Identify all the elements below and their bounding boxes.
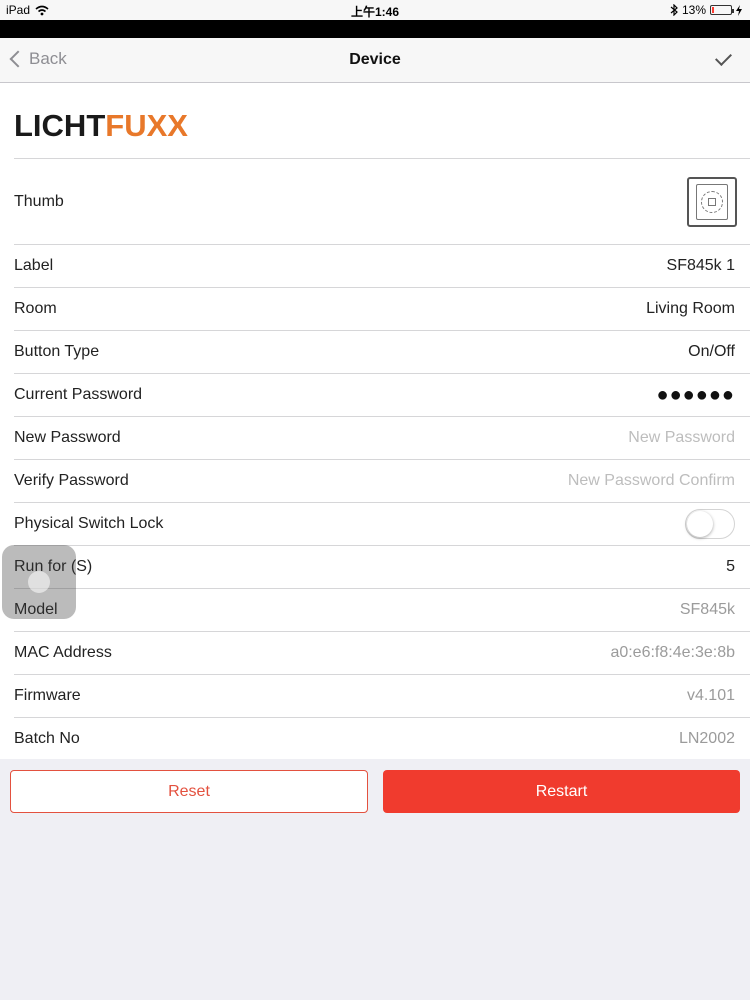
current-password-field[interactable]: ●●●●●●: [657, 384, 735, 407]
row-new-password[interactable]: New Password New Password: [14, 417, 750, 460]
status-bar: iPad 上午1:46 13%: [0, 0, 750, 20]
logo-part2: FUXX: [105, 108, 188, 143]
row-physical-switch-lock: Physical Switch Lock: [14, 503, 750, 546]
room-value[interactable]: Living Room: [646, 300, 735, 318]
row-firmware: Firmware v4.101: [14, 675, 750, 718]
thumb-inner: [696, 183, 728, 220]
row-mac-address: MAC Address a0:e6:f8:4e:3e:8b: [14, 632, 750, 675]
run-for-value[interactable]: 5: [726, 558, 735, 576]
mac-address-value: a0:e6:f8:4e:3e:8b: [610, 644, 735, 661]
verify-password-label: Verify Password: [14, 472, 129, 489]
row-model: Model SF845k: [14, 589, 750, 632]
toggle-knob: [687, 511, 713, 537]
row-thumb[interactable]: Thumb: [14, 159, 750, 245]
physical-switch-lock-toggle[interactable]: [685, 509, 735, 539]
navigation-bar: Back Device: [0, 38, 750, 83]
device-thumb-icon[interactable]: [687, 176, 737, 227]
reset-button[interactable]: Reset: [10, 770, 368, 813]
physical-switch-lock-label: Physical Switch Lock: [14, 515, 164, 532]
touch-dot: [28, 571, 50, 593]
battery-fill: [712, 7, 714, 13]
lichtfuxx-logo: LICHTFUXX: [14, 108, 188, 144]
firmware-label: Firmware: [14, 687, 81, 704]
button-type-label: Button Type: [14, 343, 100, 360]
current-password-label: Current Password: [14, 386, 143, 403]
restart-button[interactable]: Restart: [383, 770, 740, 813]
status-right: 13%: [670, 3, 742, 17]
page-title: Device: [349, 51, 401, 68]
row-label[interactable]: Label SF845k 1: [14, 245, 750, 288]
verify-password-field[interactable]: New Password Confirm: [568, 472, 735, 490]
touch-indicator: [2, 545, 76, 619]
row-button-type[interactable]: Button Type On/Off: [14, 331, 750, 374]
batch-no-label: Batch No: [14, 729, 80, 747]
logo-part1: LICHT: [14, 108, 106, 143]
row-batch-no: Batch No LN2002: [14, 718, 750, 759]
bluetooth-icon: [670, 4, 678, 16]
row-room[interactable]: Room Living Room: [14, 288, 750, 331]
new-password-field[interactable]: New Password: [628, 429, 735, 447]
battery-icon: [710, 5, 734, 15]
black-bar: [0, 20, 750, 38]
row-run-for[interactable]: Run for (S) 5: [14, 546, 750, 589]
status-time: 上午1:46: [350, 5, 400, 19]
button-type-value[interactable]: On/Off: [688, 343, 735, 361]
thumb-circle: [701, 190, 723, 213]
mac-address-label: MAC Address: [14, 644, 112, 661]
thumb-square: [708, 197, 716, 206]
model-value: SF845k: [679, 601, 735, 618]
firmware-value: v4.101: [686, 687, 735, 704]
batch-no-value: LN2002: [678, 729, 735, 747]
row-verify-password[interactable]: Verify Password New Password Confirm: [14, 460, 750, 503]
label-label: Label: [14, 257, 54, 274]
battery-percent: 13%: [681, 3, 706, 17]
new-password-label: New Password: [14, 429, 121, 446]
row-current-password[interactable]: Current Password ●●●●●●: [14, 374, 750, 417]
thumb-label: Thumb: [14, 192, 64, 210]
room-label: Room: [14, 300, 57, 317]
charging-icon: [736, 4, 742, 16]
label-value[interactable]: SF845k 1: [667, 257, 735, 275]
device-form: LICHTFUXX Thumb Label SF845k 1 Room Livi…: [0, 83, 750, 759]
